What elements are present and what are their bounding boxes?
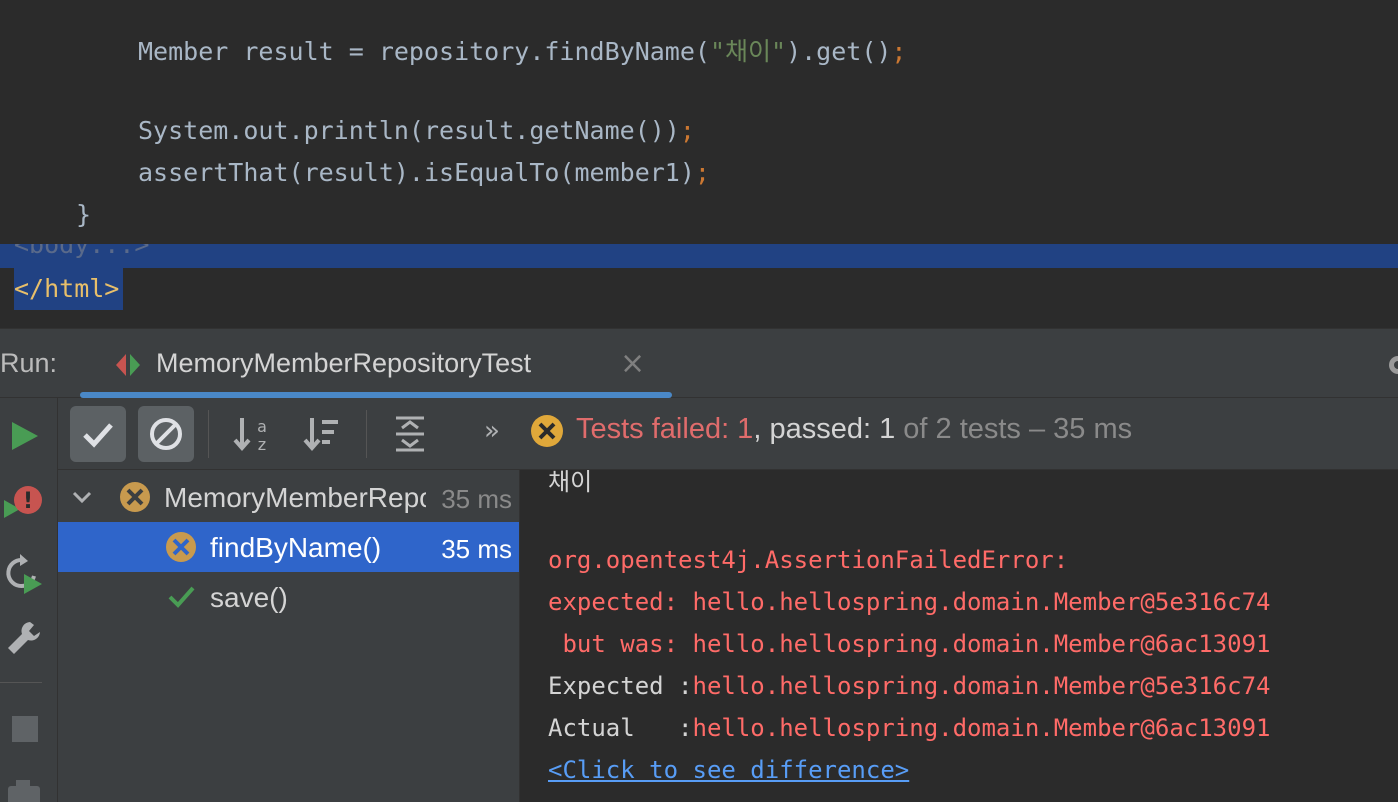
tree-item-label: findByName() (210, 532, 382, 563)
stop-icon[interactable] (4, 708, 44, 748)
test-tree: MemoryMemberRepositoryTest 35 ms findByN… (58, 470, 520, 802)
rerun-failed-icon[interactable]: ! (4, 482, 44, 522)
console-line: expected: hello.hellospring.domain.Membe… (548, 588, 1271, 616)
code-line-find-by-name: Member result = repository.findByName("채… (138, 37, 907, 66)
run-label: Run: (0, 348, 58, 378)
ignored-icon[interactable] (138, 406, 194, 462)
run-left-toolbar: ! (0, 398, 58, 802)
tab-memory-member-repository-test[interactable]: MemoryMemberRepositoryTest × (80, 332, 672, 398)
code-line-assert: assertThat(result).isEqualTo(member1); (138, 158, 710, 187)
tree-item-find-by-name[interactable]: findByName() 35 ms (58, 522, 519, 572)
fail-icon (118, 480, 152, 514)
see-difference-link[interactable]: <Click to see difference> (548, 756, 909, 784)
expand-all-icon[interactable] (382, 406, 438, 462)
code-editor[interactable]: Member result = repository.findByName("채… (0, 0, 1398, 244)
tree-item-label: save() (210, 582, 288, 613)
overflow-chevron-icon[interactable]: » (484, 416, 500, 446)
tree-item-time: 35 ms (441, 534, 512, 564)
tree-item-label: MemoryMemberRepositoryTest (164, 482, 426, 513)
tree-item-root[interactable]: MemoryMemberRepositoryTest 35 ms (58, 472, 519, 522)
toolbar-separator (0, 682, 42, 683)
html-editor[interactable]: <body...> </html> (0, 244, 1398, 328)
console-expected-line: Expected :hello.hellospring.domain.Membe… (548, 672, 1271, 700)
selection-highlight (0, 244, 1398, 268)
console-line: but was: hello.hellospring.domain.Member… (548, 630, 1271, 658)
wrench-icon[interactable] (4, 618, 44, 658)
test-console-output[interactable]: 채이 org.opentest4j.AssertionFailedError: … (520, 470, 1398, 802)
checkmark-icon (166, 582, 196, 612)
test-class-icon (112, 350, 144, 380)
checkmark-icon[interactable] (70, 406, 126, 462)
svg-text:!: ! (23, 489, 33, 514)
fail-icon (530, 414, 564, 448)
svg-text:z: z (258, 435, 266, 454)
test-status-summary: Tests failed: 1, passed: 1 of 2 tests – … (576, 413, 1133, 445)
tree-item-save[interactable]: save() (58, 572, 519, 622)
chevron-down-icon[interactable] (70, 484, 94, 508)
toolbar-separator (208, 410, 209, 458)
console-line: org.opentest4j.AssertionFailedError: (548, 546, 1069, 574)
console-actual-line: Actual :hello.hellospring.domain.Member@… (548, 714, 1271, 742)
play-icon[interactable] (4, 416, 44, 456)
sort-alpha-icon[interactable]: az (224, 406, 280, 462)
camera-icon[interactable] (4, 772, 44, 802)
html-close-tag: </html> (14, 274, 120, 303)
code-line-closing-brace: } (76, 200, 92, 229)
auto-rerun-icon[interactable] (4, 554, 44, 594)
html-body-tag: <body...> (14, 244, 150, 259)
toolbar-separator (366, 410, 367, 458)
close-icon[interactable]: × (620, 346, 645, 381)
fail-icon (164, 530, 198, 564)
svg-text:a: a (257, 417, 267, 436)
run-tool-window-header: Run: MemoryMemberRepositoryTest × (0, 332, 1398, 398)
test-toolbar: az » Tests failed: 1, passed: 1 of 2 tes… (58, 398, 1398, 470)
sort-duration-icon[interactable] (294, 406, 350, 462)
tree-item-time: 35 ms (441, 484, 512, 514)
code-line-println: System.out.println(result.getName()); (138, 116, 695, 145)
console-line: 채이 (548, 470, 593, 496)
tab-title: MemoryMemberRepositoryTest (156, 348, 532, 378)
gear-icon[interactable] (1386, 350, 1398, 380)
